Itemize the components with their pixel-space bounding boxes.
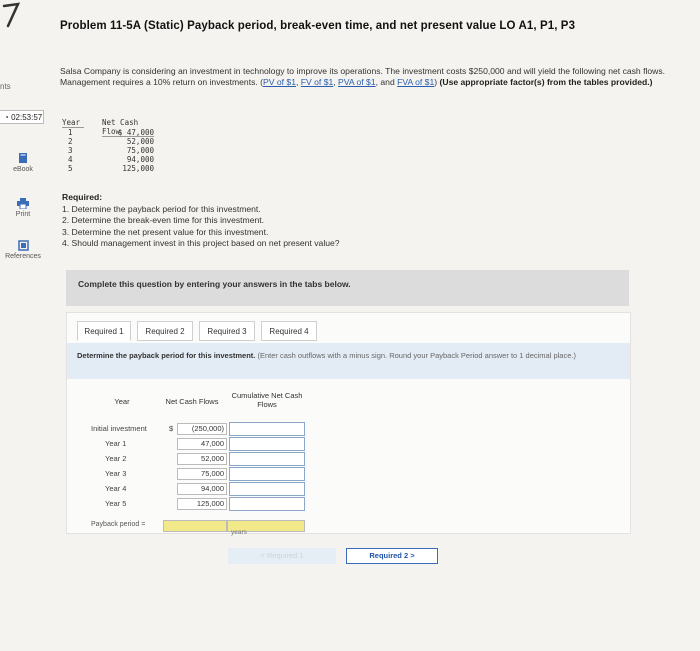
use-factors-note: (Use appropriate factor(s) from the tabl… [439, 77, 653, 87]
net-cash-flow-cell: 125,000 [177, 498, 227, 510]
book-icon [19, 153, 27, 163]
required-item: 2. Determine the break-even time for thi… [62, 215, 265, 225]
timer-value: 02:53:57 [11, 113, 43, 122]
years-unit: years [231, 529, 247, 536]
cf-year-cell: 1 [68, 128, 73, 137]
printer-icon [17, 198, 29, 209]
ebook-label: eBook [13, 166, 33, 173]
tab-instruction: Determine the payback period for this in… [67, 343, 630, 379]
cf-header-year: Year [62, 118, 84, 128]
row-label: Initial investment [91, 424, 147, 433]
net-cash-flow-cell: 94,000 [177, 483, 227, 495]
ebook-button[interactable]: eBook [0, 152, 46, 173]
required-section: Required: 1. Determine the payback perio… [62, 192, 340, 250]
net-cash-flow-cell: 47,000 [177, 438, 227, 450]
cumulative-cash-flow-input[interactable] [229, 497, 305, 511]
cf-flow-cell: 52,000 [126, 137, 154, 146]
instruction-banner: Complete this question by entering your … [66, 270, 629, 306]
fv-of-1-link[interactable]: FV of $1 [301, 77, 333, 87]
pen-mark-graphic [2, 2, 21, 28]
cf-flow-cell: $ 47,000 [117, 128, 154, 137]
currency-symbol: $ [169, 424, 174, 433]
cumulative-cash-flow-input[interactable] [229, 452, 305, 466]
cf-flow-cell: 75,000 [126, 146, 154, 155]
payback-table: Year Net Cash Flows Cumulative Net Cash … [89, 385, 305, 536]
fva-of-1-link[interactable]: FVA of $1 [397, 77, 434, 87]
col-header-net-cash-flows: Net Cash Flows [165, 397, 219, 406]
required-item: 3. Determine the net present value for t… [62, 226, 269, 237]
row-label: Year 3 [105, 469, 127, 478]
clock-icon: ◔ [4, 113, 9, 122]
cf-year-cell: 5 [68, 164, 73, 173]
row-label: Year 4 [105, 484, 127, 493]
cf-year-cell: 2 [68, 137, 73, 146]
answer-panel: Required 1 Required 2 Required 3 Require… [66, 312, 631, 536]
cumulative-cash-flow-input[interactable] [229, 482, 305, 496]
cf-year-cell: 3 [68, 146, 73, 155]
print-label: Print [15, 211, 31, 218]
problem-title: Problem 11-5A (Static) Payback period, b… [60, 20, 576, 32]
rail-tab-fragment: nts [0, 82, 11, 91]
payback-period-label: Payback period = [91, 521, 146, 528]
cumulative-cash-flow-input[interactable] [229, 437, 305, 451]
print-button[interactable]: Print [0, 198, 46, 218]
required-item: 1. Determine the payback period for this… [62, 203, 261, 214]
payback-period-years-cell: years [227, 520, 305, 536]
cf-flow-cell: 94,000 [126, 155, 154, 164]
references-label: References [5, 253, 41, 260]
required-item: 4. Should management invest in this proj… [62, 238, 340, 248]
timer: ◔ 02:53:57 [0, 110, 44, 124]
problem-intro: Salsa Company is considering an investme… [60, 66, 666, 87]
net-cash-flow-cell: 75,000 [177, 468, 227, 480]
instruction-note: (Enter cash outflows with a minus sign. … [257, 351, 576, 360]
tab-required-2[interactable]: Required 2 [137, 321, 193, 341]
row-label: Year 1 [105, 439, 127, 448]
net-cash-flow-cell: 52,000 [177, 453, 227, 465]
cf-flow-cell: 125,000 [122, 164, 154, 173]
references-icon [17, 240, 29, 251]
col-header-cumulative: Cumulative Net Cash Flows [231, 391, 303, 409]
payback-period-input[interactable] [163, 520, 227, 532]
cf-year-cell: 4 [68, 155, 73, 164]
col-header-year: Year [114, 397, 130, 406]
instruction-text: Determine the payback period for this in… [77, 351, 256, 360]
row-label: Year 5 [105, 499, 127, 508]
net-cash-flow-cell: (250,000) [177, 423, 227, 435]
pv-of-1-link[interactable]: PV of $1 [263, 77, 296, 87]
pva-of-1-link[interactable]: PVA of $1 [338, 77, 376, 87]
tab-required-4[interactable]: Required 4 [261, 321, 317, 341]
tab-required-3[interactable]: Required 3 [199, 321, 255, 341]
required-heading: Required: [62, 192, 103, 202]
row-label: Year 2 [105, 454, 127, 463]
tab-required-1[interactable]: Required 1 [77, 321, 131, 341]
references-button[interactable]: References [0, 240, 46, 260]
left-rail: nts ◔ 02:53:57 eBook Print References [0, 70, 48, 290]
cumulative-cash-flow-input[interactable] [229, 467, 305, 481]
previous-required-button[interactable]: < Required 1 [228, 548, 336, 564]
next-required-button[interactable]: Required 2 > [346, 548, 438, 564]
cash-flow-table: Year Net Cash Flow 1 $ 47,000 2 52,000 3 75,0… [62, 118, 162, 188]
cumulative-cash-flow-input[interactable] [229, 422, 305, 436]
